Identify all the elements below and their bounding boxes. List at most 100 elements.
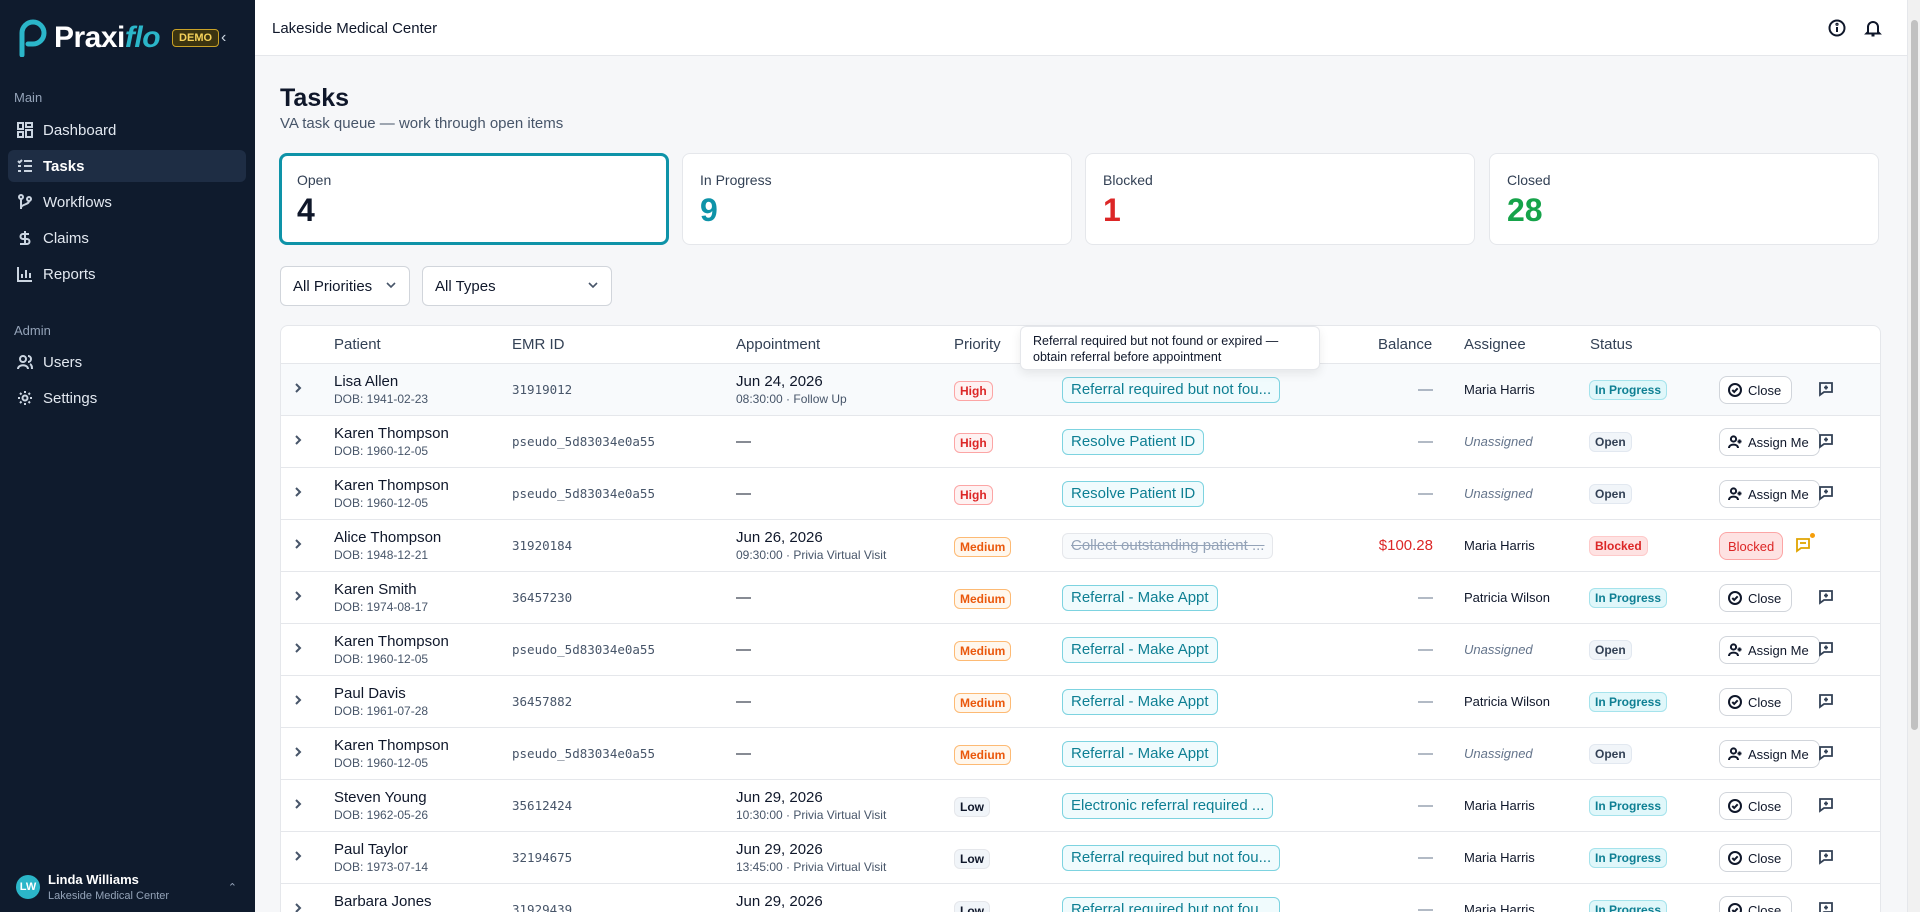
- sidebar-item-tasks[interactable]: Tasks: [8, 150, 246, 182]
- patient-name[interactable]: Karen Thompson: [334, 633, 449, 650]
- stat-card-closed[interactable]: Closed 28: [1489, 153, 1879, 245]
- add-note-icon[interactable]: [1818, 745, 1834, 761]
- stat-card-blocked[interactable]: Blocked 1: [1085, 153, 1475, 245]
- priority-badge: Low: [954, 797, 990, 817]
- chevron-right-icon[interactable]: [291, 433, 307, 449]
- add-note-icon[interactable]: [1818, 849, 1834, 865]
- patient-name[interactable]: Barbara Jones: [334, 893, 432, 910]
- patient-name[interactable]: Karen Thompson: [334, 425, 449, 442]
- add-note-icon[interactable]: [1818, 433, 1834, 449]
- patient-name[interactable]: Paul Taylor: [334, 841, 408, 858]
- table-row[interactable]: Karen Thompson DOB: 1960-12-05 pseudo_5d83…: [281, 624, 1880, 676]
- header-assignee[interactable]: Assignee: [1464, 336, 1526, 353]
- table-row[interactable]: Paul Davis DOB: 1961-07-28 36457882 — Medium…: [281, 676, 1880, 728]
- sidebar-item-settings[interactable]: Settings: [8, 382, 246, 414]
- close-task-button[interactable]: Close: [1719, 844, 1793, 872]
- table-row[interactable]: Paul Taylor DOB: 1973-07-14 32194675 Jun 29…: [281, 832, 1880, 884]
- task-chip[interactable]: Electronic referral required ...: [1062, 793, 1274, 819]
- table-row[interactable]: Barbara Jones 31929439 Jun 29, 2026 Low Refe…: [281, 884, 1880, 912]
- blocked-button[interactable]: Blocked: [1719, 532, 1784, 560]
- patient-name[interactable]: Steven Young: [334, 789, 427, 806]
- task-chip[interactable]: Referral - Make Appt: [1062, 741, 1218, 767]
- chevron-right-icon[interactable]: [291, 641, 307, 657]
- add-note-icon[interactable]: [1818, 901, 1834, 912]
- close-task-button[interactable]: Close: [1719, 792, 1793, 820]
- tasks-icon: [17, 159, 32, 172]
- table-row[interactable]: Karen Thompson DOB: 1960-12-05 pseudo_5d83…: [281, 728, 1880, 780]
- task-chip[interactable]: Referral required but not fou...: [1062, 845, 1281, 871]
- close-task-button[interactable]: Close: [1719, 896, 1793, 912]
- sidebar-item-dashboard[interactable]: Dashboard: [8, 114, 246, 146]
- table-row[interactable]: Lisa Allen DOB: 1941-02-23 31919012 Jun 24,…: [281, 364, 1880, 416]
- table-row[interactable]: Steven Young DOB: 1962-05-26 35612424 Jun 2…: [281, 780, 1880, 832]
- patient-name[interactable]: Karen Thompson: [334, 737, 449, 754]
- task-chip[interactable]: Referral - Make Appt: [1062, 637, 1218, 663]
- sidebar-item-workflows[interactable]: Workflows: [8, 186, 246, 218]
- header-patient[interactable]: Patient: [334, 336, 381, 353]
- table-row[interactable]: Karen Smith DOB: 1974-08-17 36457230 — Mediu…: [281, 572, 1880, 624]
- bell-icon[interactable]: [1864, 19, 1882, 37]
- scrollbar-thumb[interactable]: [1911, 20, 1918, 730]
- header-appointment[interactable]: Appointment: [736, 336, 820, 353]
- collapse-sidebar-button[interactable]: ‹: [221, 29, 226, 47]
- close-task-button[interactable]: Close: [1719, 584, 1793, 612]
- patient-name[interactable]: Karen Smith: [334, 581, 417, 598]
- chevron-right-icon[interactable]: [291, 849, 307, 865]
- chevron-right-icon[interactable]: [291, 901, 307, 912]
- chevron-right-icon[interactable]: [291, 381, 307, 397]
- stat-card-open[interactable]: Open 4: [279, 153, 669, 245]
- task-chip[interactable]: Referral - Make Appt: [1062, 585, 1218, 611]
- add-note-icon[interactable]: [1818, 641, 1834, 657]
- table-row[interactable]: Karen Thompson DOB: 1960-12-05 pseudo_5d83…: [281, 468, 1880, 520]
- task-chip[interactable]: Resolve Patient ID: [1062, 429, 1205, 455]
- patient-name[interactable]: Karen Thompson: [334, 477, 449, 494]
- assign-me-button[interactable]: Assign Me: [1719, 740, 1820, 768]
- assign-me-button[interactable]: Assign Me: [1719, 480, 1820, 508]
- assign-me-button[interactable]: Assign Me: [1719, 428, 1820, 456]
- task-chip[interactable]: Collect outstanding patient ...: [1062, 533, 1274, 559]
- sidebar-item-reports[interactable]: Reports: [8, 258, 246, 290]
- add-note-icon[interactable]: [1818, 381, 1834, 397]
- add-note-icon[interactable]: [1818, 589, 1834, 605]
- patient-name[interactable]: Paul Davis: [334, 685, 406, 702]
- header-balance[interactable]: Balance: [1378, 336, 1432, 353]
- header-emr-id[interactable]: EMR ID: [512, 336, 565, 353]
- check-circle-icon: [1728, 383, 1742, 397]
- chevron-right-icon[interactable]: [291, 797, 307, 813]
- add-note-icon[interactable]: [1818, 797, 1834, 813]
- balance-value: —: [1418, 797, 1433, 814]
- header-priority[interactable]: Priority: [954, 336, 1001, 353]
- table-row[interactable]: Karen Thompson DOB: 1960-12-05 pseudo_5d83…: [281, 416, 1880, 468]
- header-status[interactable]: Status: [1590, 336, 1633, 353]
- chevron-right-icon[interactable]: [291, 589, 307, 605]
- task-chip[interactable]: Resolve Patient ID: [1062, 481, 1205, 507]
- sidebar-item-users[interactable]: Users: [8, 346, 246, 378]
- user-menu[interactable]: LW Linda Williams Lakeside Medical Cente…: [0, 862, 255, 912]
- task-chip[interactable]: Referral required but not fou...: [1062, 897, 1281, 912]
- stat-card-in-progress[interactable]: In Progress 9: [682, 153, 1072, 245]
- priority-badge: Low: [954, 849, 990, 869]
- add-note-icon[interactable]: [1818, 485, 1834, 501]
- table-row[interactable]: Alice Thompson DOB: 1948-12-21 31920184 Jun…: [281, 520, 1880, 572]
- chevron-right-icon[interactable]: [291, 693, 307, 709]
- sidebar-item-claims[interactable]: Claims: [8, 222, 246, 254]
- assign-me-button[interactable]: Assign Me: [1719, 636, 1820, 664]
- close-task-button[interactable]: Close: [1719, 376, 1793, 404]
- page-scrollbar[interactable]: [1907, 0, 1920, 912]
- priority-filter-select[interactable]: All Priorities: [280, 266, 410, 306]
- info-icon[interactable]: [1828, 19, 1846, 37]
- close-task-button[interactable]: Close: [1719, 688, 1793, 716]
- priority-filter-value: All Priorities: [293, 277, 373, 295]
- chevron-right-icon[interactable]: [291, 485, 307, 501]
- appointment-detail: 09:30:00 · Privia Virtual Visit: [736, 548, 887, 562]
- task-chip[interactable]: Referral required but not fou...: [1062, 377, 1281, 403]
- type-filter-select[interactable]: All Types: [422, 266, 612, 306]
- patient-name[interactable]: Lisa Allen: [334, 373, 398, 390]
- priority-badge: Medium: [954, 537, 1012, 557]
- add-note-icon[interactable]: [1818, 693, 1834, 709]
- chevron-right-icon[interactable]: [291, 537, 307, 553]
- chevron-right-icon[interactable]: [291, 745, 307, 761]
- message-icon[interactable]: [1795, 533, 1815, 553]
- patient-name[interactable]: Alice Thompson: [334, 529, 441, 546]
- task-chip[interactable]: Referral - Make Appt: [1062, 689, 1218, 715]
